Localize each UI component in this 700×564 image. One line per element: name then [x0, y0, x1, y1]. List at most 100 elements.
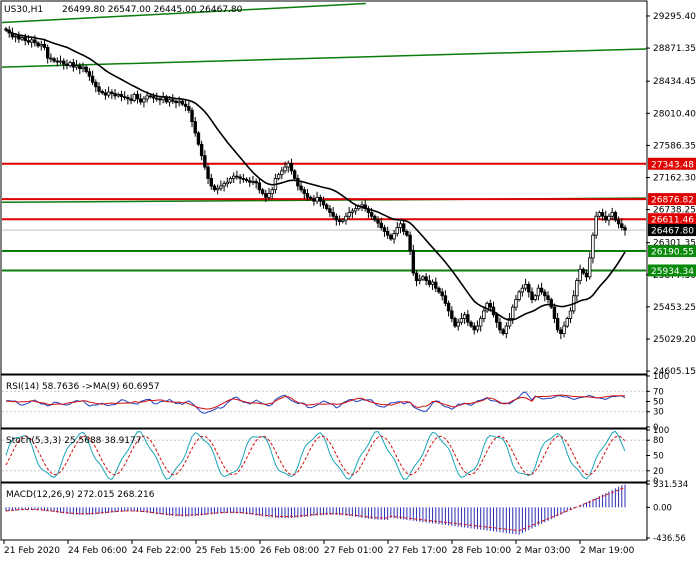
- candle-bull: [504, 325, 509, 335]
- candle-bear: [71, 62, 76, 68]
- candle-bear: [440, 291, 444, 297]
- candle-bull: [588, 257, 592, 278]
- resistance-level-label: 27343.48: [651, 160, 694, 170]
- candle-bear: [411, 249, 416, 274]
- candle-bear: [616, 219, 621, 225]
- x-tick-label: 2 Mar 19:00: [580, 546, 635, 556]
- candle-bear: [472, 325, 476, 331]
- macd-y-tick-label: 331.534: [653, 480, 688, 490]
- candle-bull: [459, 318, 464, 323]
- candle-bear: [90, 75, 95, 83]
- stoch-y-tick-label: 50: [653, 452, 664, 462]
- candle-bear: [501, 329, 505, 335]
- price-y-tick-label: 28434.45: [653, 77, 696, 87]
- candle-bull: [456, 321, 460, 327]
- candle-bear: [241, 178, 246, 180]
- candle-bear: [373, 215, 377, 221]
- candle-bull: [74, 65, 79, 68]
- candle-bear: [305, 193, 310, 198]
- candle-bear: [469, 321, 473, 327]
- candle-bear: [321, 200, 326, 206]
- candle-bear: [49, 57, 53, 60]
- candle-bull: [132, 93, 136, 101]
- candle-bear: [546, 295, 550, 300]
- candle-bear: [581, 268, 586, 274]
- candle-bull: [20, 37, 24, 40]
- candle-bear: [466, 314, 470, 323]
- candle-bear: [158, 98, 162, 101]
- candle-bull: [607, 215, 611, 221]
- candle-bear: [65, 63, 69, 67]
- candle-bull: [232, 175, 236, 179]
- candle-bear: [103, 92, 108, 96]
- candle-bull: [418, 278, 422, 282]
- candle-bull: [280, 170, 284, 176]
- candle-bull: [430, 281, 435, 285]
- candle-bull: [478, 318, 483, 327]
- chart-window[interactable]: 29295.40 28871.35 28434.45 28010.40 27586.35…: [0, 0, 700, 560]
- candle-bull: [610, 212, 614, 217]
- candle-bear: [527, 284, 531, 293]
- candle-bull: [177, 100, 181, 104]
- candle-bear: [389, 234, 393, 240]
- candle-bear: [122, 96, 127, 99]
- candle-bull: [568, 310, 573, 319]
- macd-y-tick-label: -436.56: [653, 534, 686, 544]
- candle-bull: [267, 193, 271, 198]
- candle-bear: [427, 280, 432, 285]
- stoch-y-tick-label: 100: [653, 426, 669, 436]
- candle-bear: [199, 143, 204, 157]
- candle-bull: [315, 196, 319, 202]
- candle-bear: [183, 103, 188, 107]
- candle-bear: [331, 212, 335, 217]
- candle-bear: [254, 181, 258, 184]
- candle-bear: [299, 185, 303, 191]
- chart-canvas[interactable]: 29295.40 28871.35 28434.45 28010.40 27586.35…: [0, 0, 700, 560]
- candle-bear: [171, 99, 175, 102]
- candle-bear: [379, 222, 383, 229]
- candle-bull: [286, 162, 290, 168]
- candle-bull: [594, 215, 598, 236]
- stoch-title: Stoch(5,3,3) 25.5688 38.9177: [6, 436, 141, 446]
- candle-bear: [78, 65, 82, 70]
- candle-bear: [369, 212, 374, 217]
- candle-bear: [495, 314, 499, 323]
- candle-bull: [523, 284, 528, 289]
- candle-bear: [325, 204, 329, 210]
- candle-bull: [219, 185, 223, 189]
- candle-bear: [110, 91, 114, 95]
- candle-bear: [604, 215, 608, 221]
- candle-bear: [257, 182, 262, 191]
- candle-bull: [29, 39, 34, 43]
- current-price-label: 26467.80: [651, 227, 694, 237]
- price-y-tick-label: 25453.25: [653, 303, 696, 313]
- chart-background: [0, 0, 700, 560]
- candle-bear: [238, 176, 242, 179]
- x-tick-label: 27 Feb 01:00: [324, 546, 383, 556]
- candle-bear: [488, 302, 492, 308]
- candle-bear: [26, 40, 31, 43]
- candle-bull: [482, 310, 486, 319]
- candle-bear: [87, 71, 92, 77]
- support-level-label: 25934.34: [651, 267, 694, 277]
- x-tick-label: 27 Feb 17:00: [388, 546, 447, 556]
- candle-bear: [318, 196, 323, 202]
- x-tick-label: 25 Feb 15:00: [196, 546, 255, 556]
- candle-bear: [97, 86, 101, 92]
- candle-bear: [260, 189, 265, 194]
- candle-bull: [350, 210, 355, 213]
- candle-bull: [398, 223, 403, 229]
- candle-bear: [148, 95, 153, 98]
- candle-bull: [575, 280, 579, 297]
- candle-bull: [276, 174, 281, 179]
- candle-bull: [462, 314, 467, 319]
- ohlc-label: 26499.80 26547.00 26445.00 26467.80: [62, 5, 243, 15]
- candle-bear: [498, 321, 502, 331]
- candle-bear: [209, 178, 213, 187]
- rsi-y-tick-label: 50: [653, 398, 664, 408]
- candle-bull: [58, 60, 63, 63]
- macd-title: MACD(12,26,9) 272.015 268.216: [6, 490, 155, 500]
- stoch-y-tick-label: 20: [653, 467, 664, 477]
- candle-bear: [552, 306, 557, 319]
- candle-bear: [424, 276, 428, 282]
